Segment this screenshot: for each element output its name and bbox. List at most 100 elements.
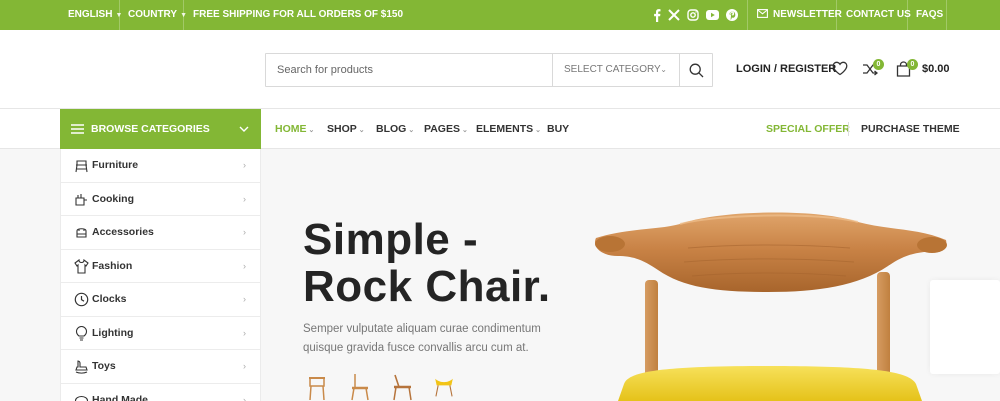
cart-total[interactable]: $0.00	[922, 63, 950, 75]
category-select[interactable]: SELECT CATEGORY ⌄	[552, 54, 679, 86]
lighting-icon	[75, 325, 88, 341]
chevron-right-icon: ›	[243, 193, 246, 204]
sidebar-item-fashion[interactable]: Fashion ›	[61, 250, 260, 283]
sidebar-item-toys[interactable]: Toys ›	[61, 350, 260, 384]
x-icon[interactable]	[667, 8, 681, 22]
nav-buy[interactable]: BUY	[547, 109, 569, 149]
sidebar-item-label: Hand Made	[92, 393, 149, 401]
chevron-right-icon: ›	[243, 327, 246, 338]
site-header: SELECT CATEGORY⌄ LOGIN / REGISTER 0 0 $0…	[0, 30, 1000, 109]
sidebar-item-label: Toys	[92, 360, 116, 372]
nav-blog[interactable]: BLOG ⌄	[376, 109, 414, 149]
chair-thumbnail-3[interactable]	[391, 372, 413, 401]
sidebar-item-label: Furniture	[92, 159, 139, 171]
mail-icon	[757, 9, 768, 18]
furniture-icon	[75, 160, 88, 173]
nav-pages[interactable]: PAGES ⌄	[424, 109, 468, 149]
compare-count-badge: 0	[873, 59, 884, 70]
wishlist-icon[interactable]	[832, 61, 850, 79]
category-select-label: SELECT CATEGORY	[564, 64, 661, 75]
nav-shop-label: SHOP	[327, 123, 357, 135]
fashion-icon	[74, 258, 89, 274]
nav-elements[interactable]: ELEMENTS ⌄	[476, 109, 541, 149]
divider	[183, 0, 184, 30]
nav-shop[interactable]: SHOP ⌄	[327, 109, 365, 149]
divider	[907, 0, 908, 30]
nav-pages-label: PAGES	[424, 123, 460, 135]
chevron-right-icon: ›	[243, 361, 246, 371]
chair-thumbnail-1[interactable]	[306, 372, 328, 401]
accessories-icon	[76, 228, 87, 238]
country-selector[interactable]: COUNTRY ▼	[128, 0, 187, 30]
special-offer-link[interactable]: SPECIAL OFFER	[766, 109, 850, 149]
nav-home-label: HOME	[275, 123, 307, 135]
chevron-right-icon: ›	[243, 394, 246, 401]
rock-chair-image	[594, 212, 947, 401]
sidebar-item-hand-made[interactable]: Hand Made ›	[61, 384, 260, 401]
instagram-icon[interactable]	[686, 8, 700, 22]
facebook-icon[interactable]	[650, 8, 664, 22]
nav-blog-label: BLOG	[376, 123, 407, 135]
search-icon	[689, 63, 703, 77]
browse-categories-label: BROWSE CATEGORIES	[91, 123, 210, 135]
chevron-right-icon: ›	[243, 294, 246, 304]
sidebar-item-label: Accessories	[92, 226, 154, 238]
toys-icon	[75, 360, 88, 374]
cart-count-badge: 0	[907, 59, 918, 70]
newsletter-link[interactable]: NEWSLETTER	[757, 0, 842, 30]
clock-icon	[74, 292, 89, 307]
nav-buy-label: BUY	[547, 123, 570, 135]
sidebar-item-label: Cooking	[92, 192, 134, 205]
cooking-icon	[75, 193, 87, 206]
newsletter-label: NEWSLETTER	[773, 9, 842, 20]
divider	[836, 0, 837, 30]
country-label: COUNTRY	[128, 9, 178, 20]
purchase-theme-link[interactable]: PURCHASE THEME	[861, 109, 960, 149]
chevron-right-icon: ›	[243, 227, 246, 237]
chevron-down-icon: ⌄	[535, 127, 542, 134]
chevron-right-icon: ›	[243, 160, 246, 170]
contact-us-link[interactable]: CONTACT US	[846, 0, 911, 30]
free-shipping-text: FREE SHIPPING FOR ALL ORDERS OF $150	[193, 9, 404, 20]
chair-thumbnail-2[interactable]	[349, 372, 371, 401]
chevron-down-icon: ⌄	[308, 127, 315, 134]
faqs-link[interactable]: FAQS	[916, 0, 943, 30]
menu-icon	[71, 124, 84, 134]
search-button[interactable]	[679, 54, 712, 86]
sidebar-item-clocks[interactable]: Clocks ›	[61, 283, 260, 317]
hero-description: Semper vulputate aliquam curae condiment…	[303, 323, 541, 354]
login-register-link[interactable]: LOGIN / REGISTER	[736, 63, 836, 75]
chevron-down-icon: ⌄	[408, 127, 415, 134]
sidebar-item-cooking[interactable]: Cooking ›	[61, 183, 260, 216]
chevron-down-icon: ⌄	[358, 127, 365, 134]
chevron-down-icon	[239, 126, 249, 132]
language-selector[interactable]: ENGLISH ▼	[68, 0, 122, 30]
search-input[interactable]	[266, 54, 552, 86]
nav-elements-label: ELEMENTS	[476, 123, 534, 135]
category-sidebar: Furniture › Cooking › Accessories › Fashion…	[60, 149, 261, 401]
browse-categories-button[interactable]: BROWSE CATEGORIES	[60, 109, 261, 149]
sidebar-item-accessories[interactable]: Accessories ›	[61, 216, 260, 250]
search-form: SELECT CATEGORY⌄	[265, 53, 713, 87]
divider	[119, 0, 120, 30]
hand-made-icon	[74, 395, 89, 401]
sidebar-item-label: Fashion	[92, 259, 133, 272]
chevron-right-icon: ›	[243, 260, 246, 271]
sidebar-item-label: Clocks	[92, 293, 127, 305]
chevron-down-icon: ⌄	[660, 65, 667, 74]
sidebar-item-furniture[interactable]: Furniture ›	[61, 149, 260, 183]
chair-thumbnail-4[interactable]	[433, 372, 455, 401]
sidebar-item-label: Lighting	[92, 326, 134, 339]
hero-title-line-2: Rock Chair.	[303, 262, 551, 311]
divider	[848, 122, 849, 136]
chevron-down-icon: ⌄	[461, 127, 468, 134]
divider	[946, 0, 947, 30]
youtube-icon[interactable]	[705, 8, 719, 22]
divider	[747, 0, 748, 30]
side-panel-card	[930, 280, 1000, 374]
pinterest-icon[interactable]	[725, 8, 739, 22]
nav-home[interactable]: HOME ⌄	[275, 109, 314, 149]
main-navigation: BROWSE CATEGORIES HOME ⌄ SHOP ⌄ BLOG ⌄ PAGE…	[0, 109, 1000, 149]
sidebar-item-lighting[interactable]: Lighting ›	[61, 317, 260, 350]
top-bar: ENGLISH ▼ COUNTRY ▼ FREE SHIPPING FOR ALL …	[0, 0, 1000, 30]
